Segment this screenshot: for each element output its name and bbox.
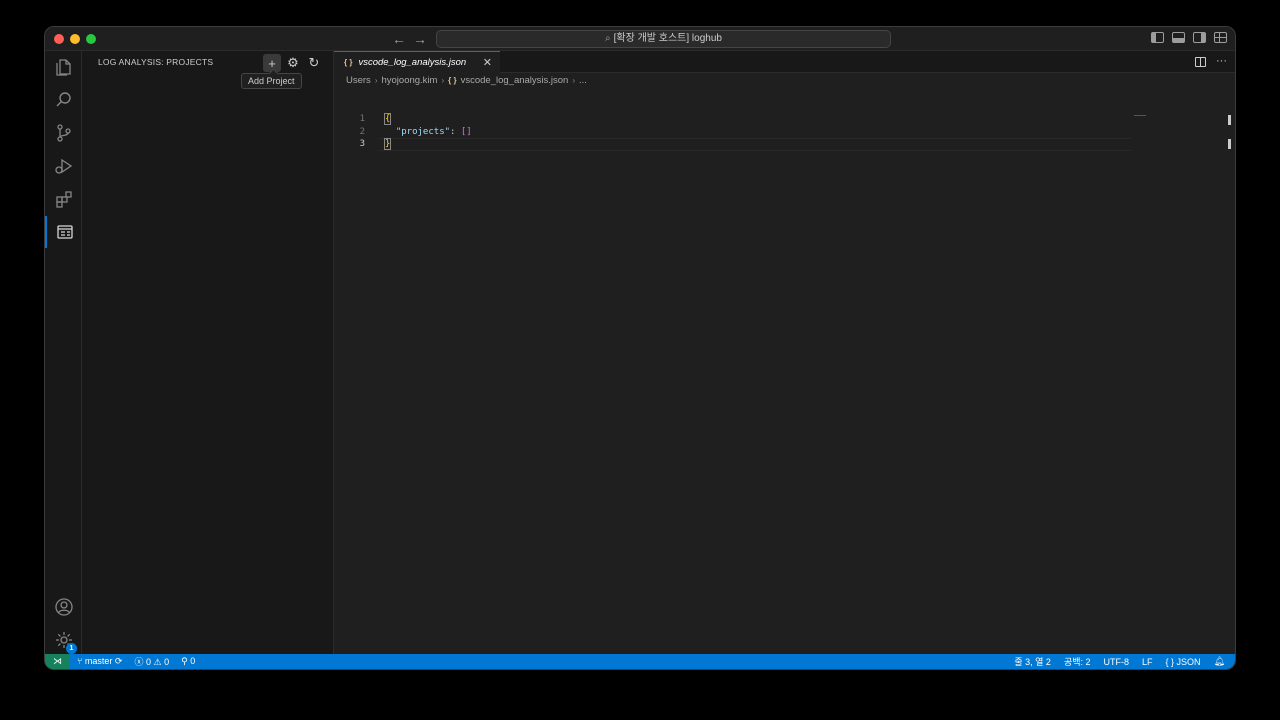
editor-area: { } vscode_log_analysis.json ✕ ··· Users… (334, 51, 1235, 656)
close-window-button[interactable] (54, 34, 64, 44)
language-mode[interactable]: { } JSON (1166, 657, 1201, 667)
tab-label: vscode_log_analysis.json (358, 57, 467, 68)
log-analysis-icon[interactable] (45, 216, 82, 248)
json-file-icon: { } (344, 58, 353, 67)
line-text: { (383, 113, 392, 125)
settings-gear-icon[interactable]: 1 (45, 624, 82, 656)
close-icon[interactable]: ✕ (483, 56, 492, 69)
maximize-window-button[interactable] (86, 34, 96, 44)
end-of-line[interactable]: LF (1142, 657, 1153, 667)
encoding[interactable]: UTF-8 (1104, 657, 1130, 667)
line-number: 1 (359, 114, 365, 124)
code-editor[interactable]: 1 { 2 "projects": [] 3 } (334, 113, 1235, 151)
sidebar-title: LOG ANALYSIS: PROJECTS (98, 57, 214, 67)
toggle-panel-icon[interactable] (1172, 32, 1185, 43)
chevron-right-icon: › (572, 76, 575, 85)
code-line[interactable]: 3 } (334, 138, 1235, 151)
line-number: 3 (359, 139, 365, 149)
sync-icon: ⟳ (112, 656, 123, 666)
chevron-right-icon: › (374, 76, 378, 85)
ports-status[interactable]: ⚲ 0 (181, 656, 195, 667)
toggle-primary-sidebar-icon[interactable] (1151, 32, 1164, 43)
code-line[interactable]: 1 { (334, 113, 1235, 126)
back-arrow-icon[interactable]: ← (390, 30, 408, 48)
more-actions-icon[interactable]: ··· (1216, 55, 1227, 67)
branch-status[interactable]: ⑂ master ⟳ (77, 656, 122, 667)
problems-status[interactable]: ⓧ 0 ⚠ 0 (134, 655, 169, 668)
minimize-window-button[interactable] (70, 34, 80, 44)
sidebar: LOG ANALYSIS: PROJECTS + ⚙ ↻ Add Project (82, 51, 334, 656)
indentation[interactable]: 공백: 2 (1064, 655, 1091, 668)
refresh-icon[interactable]: ↻ (305, 54, 323, 72)
activity-bar: 1 (45, 51, 82, 656)
json-file-icon: { } (448, 76, 457, 85)
line-text: "projects": [] (395, 126, 472, 137)
breadcrumb-item[interactable]: vscode_log_analysis.json (461, 75, 569, 86)
line-number: 2 (359, 126, 365, 137)
account-icon[interactable] (45, 591, 82, 623)
search-icon[interactable] (45, 84, 82, 116)
tab-vscode-log-analysis[interactable]: { } vscode_log_analysis.json ✕ (334, 51, 500, 73)
layout-controls (1151, 32, 1227, 43)
customize-layout-icon[interactable] (1214, 32, 1227, 43)
error-icon: ⓧ (134, 657, 146, 667)
vscode-window: ← → ⌕ [확장 개발 호스트] loghub 1 LOG ANALYSIS:… (44, 26, 1236, 670)
breadcrumb-item[interactable]: ... (579, 75, 587, 86)
title-bar: ← → ⌕ [확장 개발 호스트] loghub (45, 27, 1235, 51)
remote-indicator-icon[interactable]: ⋊ (45, 654, 70, 669)
breadcrumb-item[interactable]: Users (346, 75, 371, 86)
settings-badge: 1 (66, 643, 77, 654)
bell-icon[interactable]: 🔔︎ (1214, 656, 1225, 667)
line-text: } (383, 138, 392, 150)
code-line[interactable]: 2 "projects": [] (334, 126, 1235, 139)
tab-bar: { } vscode_log_analysis.json ✕ ··· (334, 51, 1235, 73)
warning-icon: ⚠ (151, 657, 165, 667)
cursor-position[interactable]: 줄 3, 열 2 (1014, 655, 1051, 668)
editor-actions: ··· (1195, 55, 1227, 67)
ports-icon: ⚲ (181, 656, 191, 666)
chevron-right-icon: › (441, 76, 445, 85)
forward-arrow-icon[interactable]: → (411, 30, 429, 48)
scrollbar[interactable] (1228, 115, 1234, 163)
source-control-icon[interactable] (45, 117, 82, 149)
search-icon: ⌕ (605, 33, 611, 44)
breadcrumb-item[interactable]: hyojoong.kim (381, 75, 437, 86)
command-center[interactable]: ⌕ [확장 개발 호스트] loghub (436, 30, 891, 48)
git-branch-icon: ⑂ (77, 656, 85, 666)
braces-icon: { } (1165, 656, 1177, 667)
gear-icon[interactable]: ⚙ (284, 54, 302, 72)
add-project-tooltip: Add Project (241, 73, 302, 89)
breadcrumb: Users › hyojoong.kim › { } vscode_log_an… (346, 75, 587, 86)
explorer-icon[interactable] (45, 51, 82, 83)
split-editor-icon[interactable] (1195, 57, 1206, 67)
status-bar: ⋊ ⑂ master ⟳ ⓧ 0 ⚠ 0 ⚲ 0 줄 3, 열 2 공백: 2 … (45, 654, 1235, 669)
run-debug-icon[interactable] (45, 150, 82, 182)
toggle-secondary-sidebar-icon[interactable] (1193, 32, 1206, 43)
extensions-icon[interactable] (45, 183, 82, 215)
command-center-label: [확장 개발 호스트] loghub (613, 33, 722, 44)
minimap[interactable] (1134, 115, 1146, 116)
